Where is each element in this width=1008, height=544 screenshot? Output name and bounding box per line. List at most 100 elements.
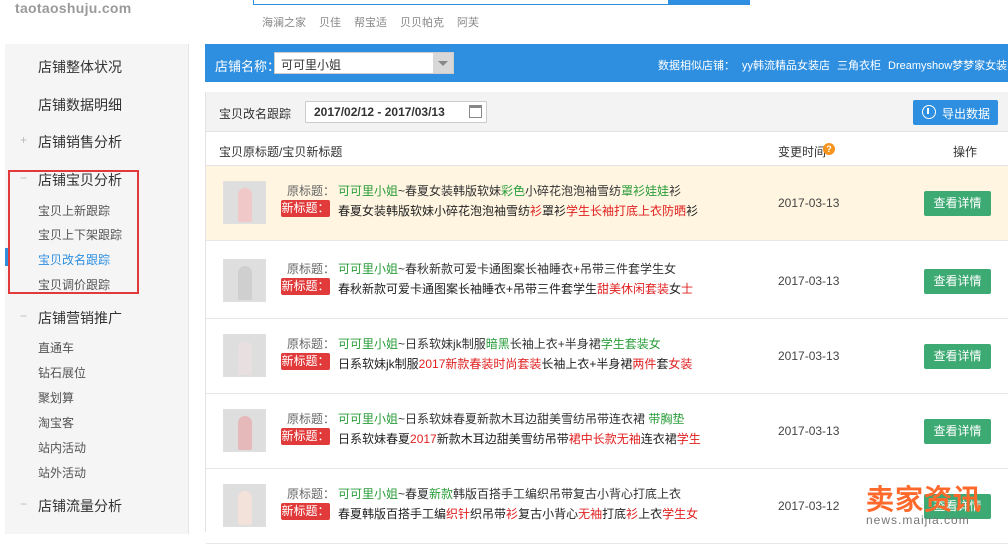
sidebar-subitem-onsite[interactable]: 站内活动: [38, 439, 86, 456]
product-thumbnail[interactable]: [223, 409, 266, 452]
product-thumbnail[interactable]: [223, 484, 266, 527]
title-segment: 衫: [669, 184, 682, 198]
title-segment: 罩衫: [542, 204, 567, 218]
hot-word-link[interactable]: 海澜之家: [262, 14, 306, 30]
title-segment: 衫: [506, 507, 519, 521]
title-segment: 套: [656, 357, 669, 371]
hot-word-link[interactable]: 贝佳: [319, 14, 341, 30]
sidebar-subitem-juhuasuan[interactable]: 聚划算: [38, 389, 74, 406]
title-segment: 可可里小姐: [338, 262, 399, 276]
title-segment: 春秋新款可爱卡通图案长袖睡衣+吊带三件套学生: [338, 282, 598, 296]
view-detail-button[interactable]: 查看详情: [924, 344, 991, 369]
new-title-badge: 新标题：: [281, 200, 330, 217]
watermark: 卖家资讯 news.maijia.com: [862, 478, 1008, 528]
product-thumbnail[interactable]: [223, 259, 266, 302]
similar-shop-link[interactable]: 三角衣柜: [837, 57, 881, 73]
title-segment: 上衣: [638, 507, 663, 521]
title-segment: 韩版百搭手工编织吊带复古小背心打底上衣: [453, 487, 682, 501]
chevron-down-icon[interactable]: [433, 53, 453, 73]
orig-title-label: 原标题：: [287, 412, 336, 426]
col-title-header: 宝贝原标题/宝贝新标题: [219, 145, 343, 159]
title-segment: 2017: [410, 432, 437, 446]
title-segment: ~春夏: [398, 487, 430, 501]
title-segment: 日系软妹春夏: [338, 432, 411, 446]
title-segment: 女: [669, 282, 682, 296]
product-thumbnail[interactable]: [223, 334, 266, 377]
collapse-minus-icon[interactable]: −: [20, 498, 28, 510]
new-title[interactable]: 春夏女装韩版软妹小碎花泡泡袖雪纺衫罩衫学生长袖打底上衣防晒衫: [338, 202, 698, 219]
sidebar-subitem-taobaoke[interactable]: 淘宝客: [38, 414, 74, 431]
hot-word-link[interactable]: 阿芙: [457, 14, 479, 30]
title-segment: 复古小背心: [518, 507, 579, 521]
sidebar-item-overview[interactable]: 店铺整体状况: [38, 57, 122, 77]
site-logo[interactable]: taotaoshuju.com: [15, 0, 132, 16]
sidebar-item-data-detail[interactable]: 店铺数据明细: [38, 95, 122, 115]
orig-title[interactable]: 可可里小姐~春夏新款韩版百搭手工编织吊带复古小背心打底上衣: [338, 485, 681, 502]
title-segment: 裙中长款无袖: [568, 432, 641, 446]
view-detail-button[interactable]: 查看详情: [924, 269, 991, 294]
download-icon: [922, 105, 936, 119]
date-range-value: 2017/02/12 - 2017/03/13: [314, 105, 445, 119]
orig-title[interactable]: 可可里小姐~春秋新款可爱卡通图案长袖睡衣+吊带三件套学生女: [338, 260, 676, 277]
title-segment: 织针: [446, 507, 471, 521]
expand-plus-icon[interactable]: +: [20, 134, 28, 146]
title-segment: 衫: [626, 507, 639, 521]
product-image: [238, 188, 252, 222]
view-detail-button[interactable]: 查看详情: [924, 191, 991, 216]
title-segment: ~春秋新款可爱卡通图案长袖睡衣+吊带三件套学生女: [398, 262, 677, 276]
title-segment: 长袖上衣+半身裙: [509, 337, 601, 351]
panel-header: 宝贝改名跟踪 2017/02/12 - 2017/03/13 导出数据: [206, 92, 1008, 132]
new-title-badge: 新标题：: [281, 503, 330, 520]
change-date: 2017-03-12: [778, 499, 840, 513]
table-row: 原标题： 可可里小姐~日系软妹春夏新款木耳边甜美雪纺吊带连衣裙 带胸垫 新标题： 日系…: [206, 394, 1008, 469]
table-row: 原标题： 可可里小姐~春秋新款可爱卡通图案长袖睡衣+吊带三件套学生女 新标题： 春秋新…: [206, 244, 1008, 319]
table-row: 原标题： 可可里小姐~春夏女装韩版软妹彩色小碎花泡泡袖雪纺罩衫娃娃衫 新标题： 春夏女…: [206, 166, 1008, 241]
new-title[interactable]: 日系软妹jk制服2017新款春装时尚套装长袖上衣+半身裙两件套女装: [338, 355, 692, 372]
title-segment: 可可里小姐: [338, 337, 399, 351]
sidebar-item-traffic[interactable]: 店铺流量分析: [38, 496, 122, 516]
title-segment: 暗黑: [485, 337, 510, 351]
new-title[interactable]: 春秋新款可爱卡通图案长袖睡衣+吊带三件套学生甜美休闲套装女士: [338, 280, 693, 297]
sidebar-item-marketing[interactable]: 店铺营销推广: [38, 308, 122, 328]
title-segment: 甜美休闲套装: [597, 282, 670, 296]
title-segment: 士: [681, 282, 694, 296]
sidebar-subitem-offsite[interactable]: 站外活动: [38, 464, 86, 481]
new-title-badge: 新标题：: [281, 353, 330, 370]
sidebar-subitem-diamond[interactable]: 钻石展位: [38, 364, 86, 381]
shop-select[interactable]: 可可里小姐: [274, 52, 454, 74]
search-button[interactable]: [668, 0, 750, 5]
calendar-icon[interactable]: [469, 105, 482, 118]
change-date: 2017-03-13: [778, 349, 840, 363]
sidebar-item-sales-analysis[interactable]: 店铺销售分析: [38, 132, 122, 152]
hot-word-link[interactable]: 帮宝适: [354, 14, 387, 30]
collapse-minus-icon[interactable]: −: [20, 310, 28, 322]
title-segment: ~日系软妹春夏新款木耳边甜美雪纺吊带连衣裙: [398, 412, 649, 426]
similar-shop-link[interactable]: Dreamyshow梦梦家女装: [888, 57, 1007, 73]
sidebar-subitem-ztc[interactable]: 直通车: [38, 339, 74, 356]
title-segment: 学生套装女: [600, 337, 661, 351]
orig-title[interactable]: 可可里小姐~日系软妹春夏新款木耳边甜美雪纺吊带连衣裙 带胸垫: [338, 410, 684, 427]
new-title[interactable]: 春夏韩版百搭手工编织针织吊带衫复古小背心无袖打底衫上衣学生女: [338, 505, 698, 522]
title-segment: 春夏女装韩版软妹小碎花泡泡袖雪纺: [338, 204, 531, 218]
watermark-logo-text: 卖家资讯: [866, 484, 983, 515]
title-segment: ~日系软妹jk制服: [398, 337, 486, 351]
help-icon[interactable]: ?: [823, 143, 835, 155]
similar-shop-link[interactable]: yy韩流精品女装店: [742, 57, 830, 73]
col-action-header: 操作: [953, 145, 978, 159]
shop-name-label: 店铺名称：: [215, 59, 281, 74]
export-button[interactable]: 导出数据: [913, 100, 998, 125]
new-title[interactable]: 日系软妹春夏2017新款木耳边甜美雪纺吊带裙中长款无袖连衣裙学生: [338, 430, 701, 447]
title-segment: 衫: [530, 204, 543, 218]
title-segment: 娃娃: [645, 184, 670, 198]
title-segment: 新款木耳边甜美雪纺吊带: [436, 432, 569, 446]
date-range-input[interactable]: 2017/02/12 - 2017/03/13: [305, 101, 487, 123]
hot-word-link[interactable]: 贝贝帕克: [400, 14, 444, 30]
title-segment: 可可里小姐: [338, 412, 399, 426]
orig-title[interactable]: 可可里小姐~春夏女装韩版软妹彩色小碎花泡泡袖雪纺罩衫娃娃衫: [338, 182, 681, 199]
product-thumbnail[interactable]: [223, 181, 266, 224]
view-detail-button[interactable]: 查看详情: [924, 419, 991, 444]
title-segment: 织吊带: [470, 507, 507, 521]
orig-title[interactable]: 可可里小姐~日系软妹jk制服暗黑长袖上衣+半身裙学生套装女: [338, 335, 661, 352]
title-segment: 长袖上衣+半身裙: [541, 357, 633, 371]
title-segment: 衫: [686, 204, 699, 218]
